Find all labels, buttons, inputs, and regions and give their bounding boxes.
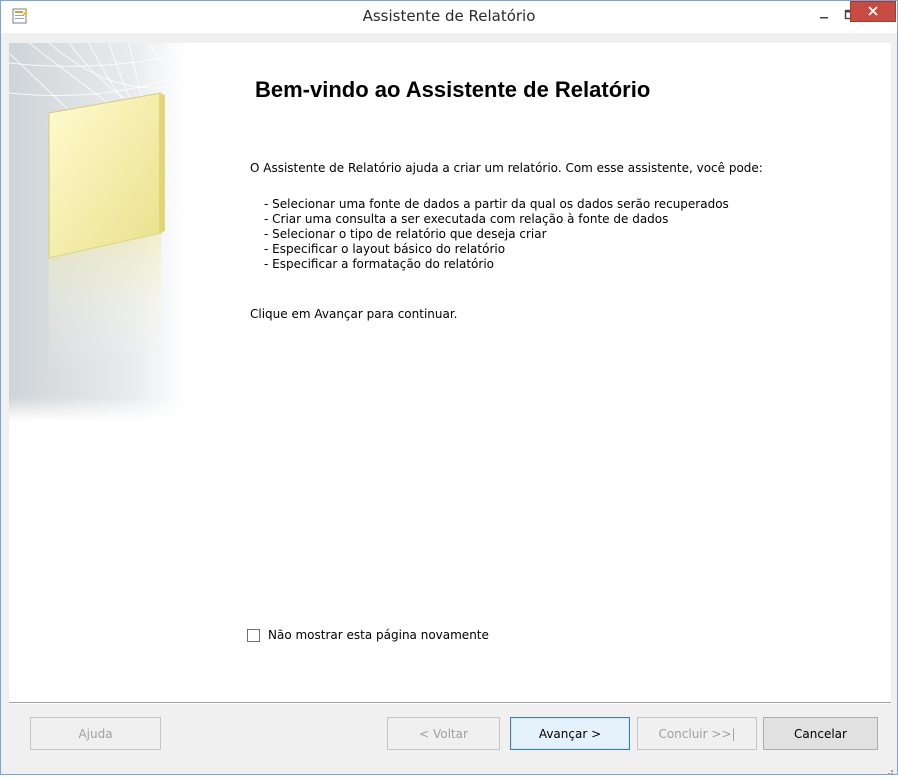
list-item: - Selecionar uma fonte de dados a partir… [264,197,729,211]
footer-divider-highlight [9,703,891,704]
list-item: - Especificar o layout básico do relatór… [264,242,506,256]
report-wizard-window: Assistente de Relatório Bem-vindo ao Ass… [0,0,898,775]
resize-grip-icon[interactable] [884,761,894,775]
minimize-icon [818,6,830,25]
help-button[interactable]: Ajuda [30,717,161,750]
minimize-button[interactable] [811,5,837,25]
page-title: Bem-vindo ao Assistente de Relatório [255,77,651,102]
list-item: - Criar uma consulta a ser executada com… [264,212,669,226]
finish-button[interactable]: Concluir >>| [637,717,757,750]
intro-text: O Assistente de Relatório ajuda a criar … [250,161,763,175]
close-button[interactable] [850,1,896,22]
cancel-button[interactable]: Cancelar [763,717,878,750]
list-item: - Especificar a formatação do relatório [264,257,495,271]
wizard-page: Bem-vindo ao Assistente de Relatório O A… [8,42,891,702]
feature-list: - Selecionar uma fonte de dados a partir… [264,197,729,272]
window-title: Assistente de Relatório [362,7,536,25]
wizard-banner-image [8,42,188,702]
back-button[interactable]: < Voltar [387,717,500,750]
dont-show-again-option[interactable]: Não mostrar esta página novamente [247,628,489,642]
title-bar[interactable]: Assistente de Relatório [1,1,897,33]
next-button[interactable]: Avançar > [510,717,630,750]
close-icon [867,2,879,21]
dont-show-again-label[interactable]: Não mostrar esta página novamente [268,628,489,642]
continue-hint: Clique em Avançar para continuar. [250,307,458,321]
list-item: - Selecionar o tipo de relatório que des… [264,227,547,241]
dont-show-again-checkbox[interactable] [247,628,260,642]
